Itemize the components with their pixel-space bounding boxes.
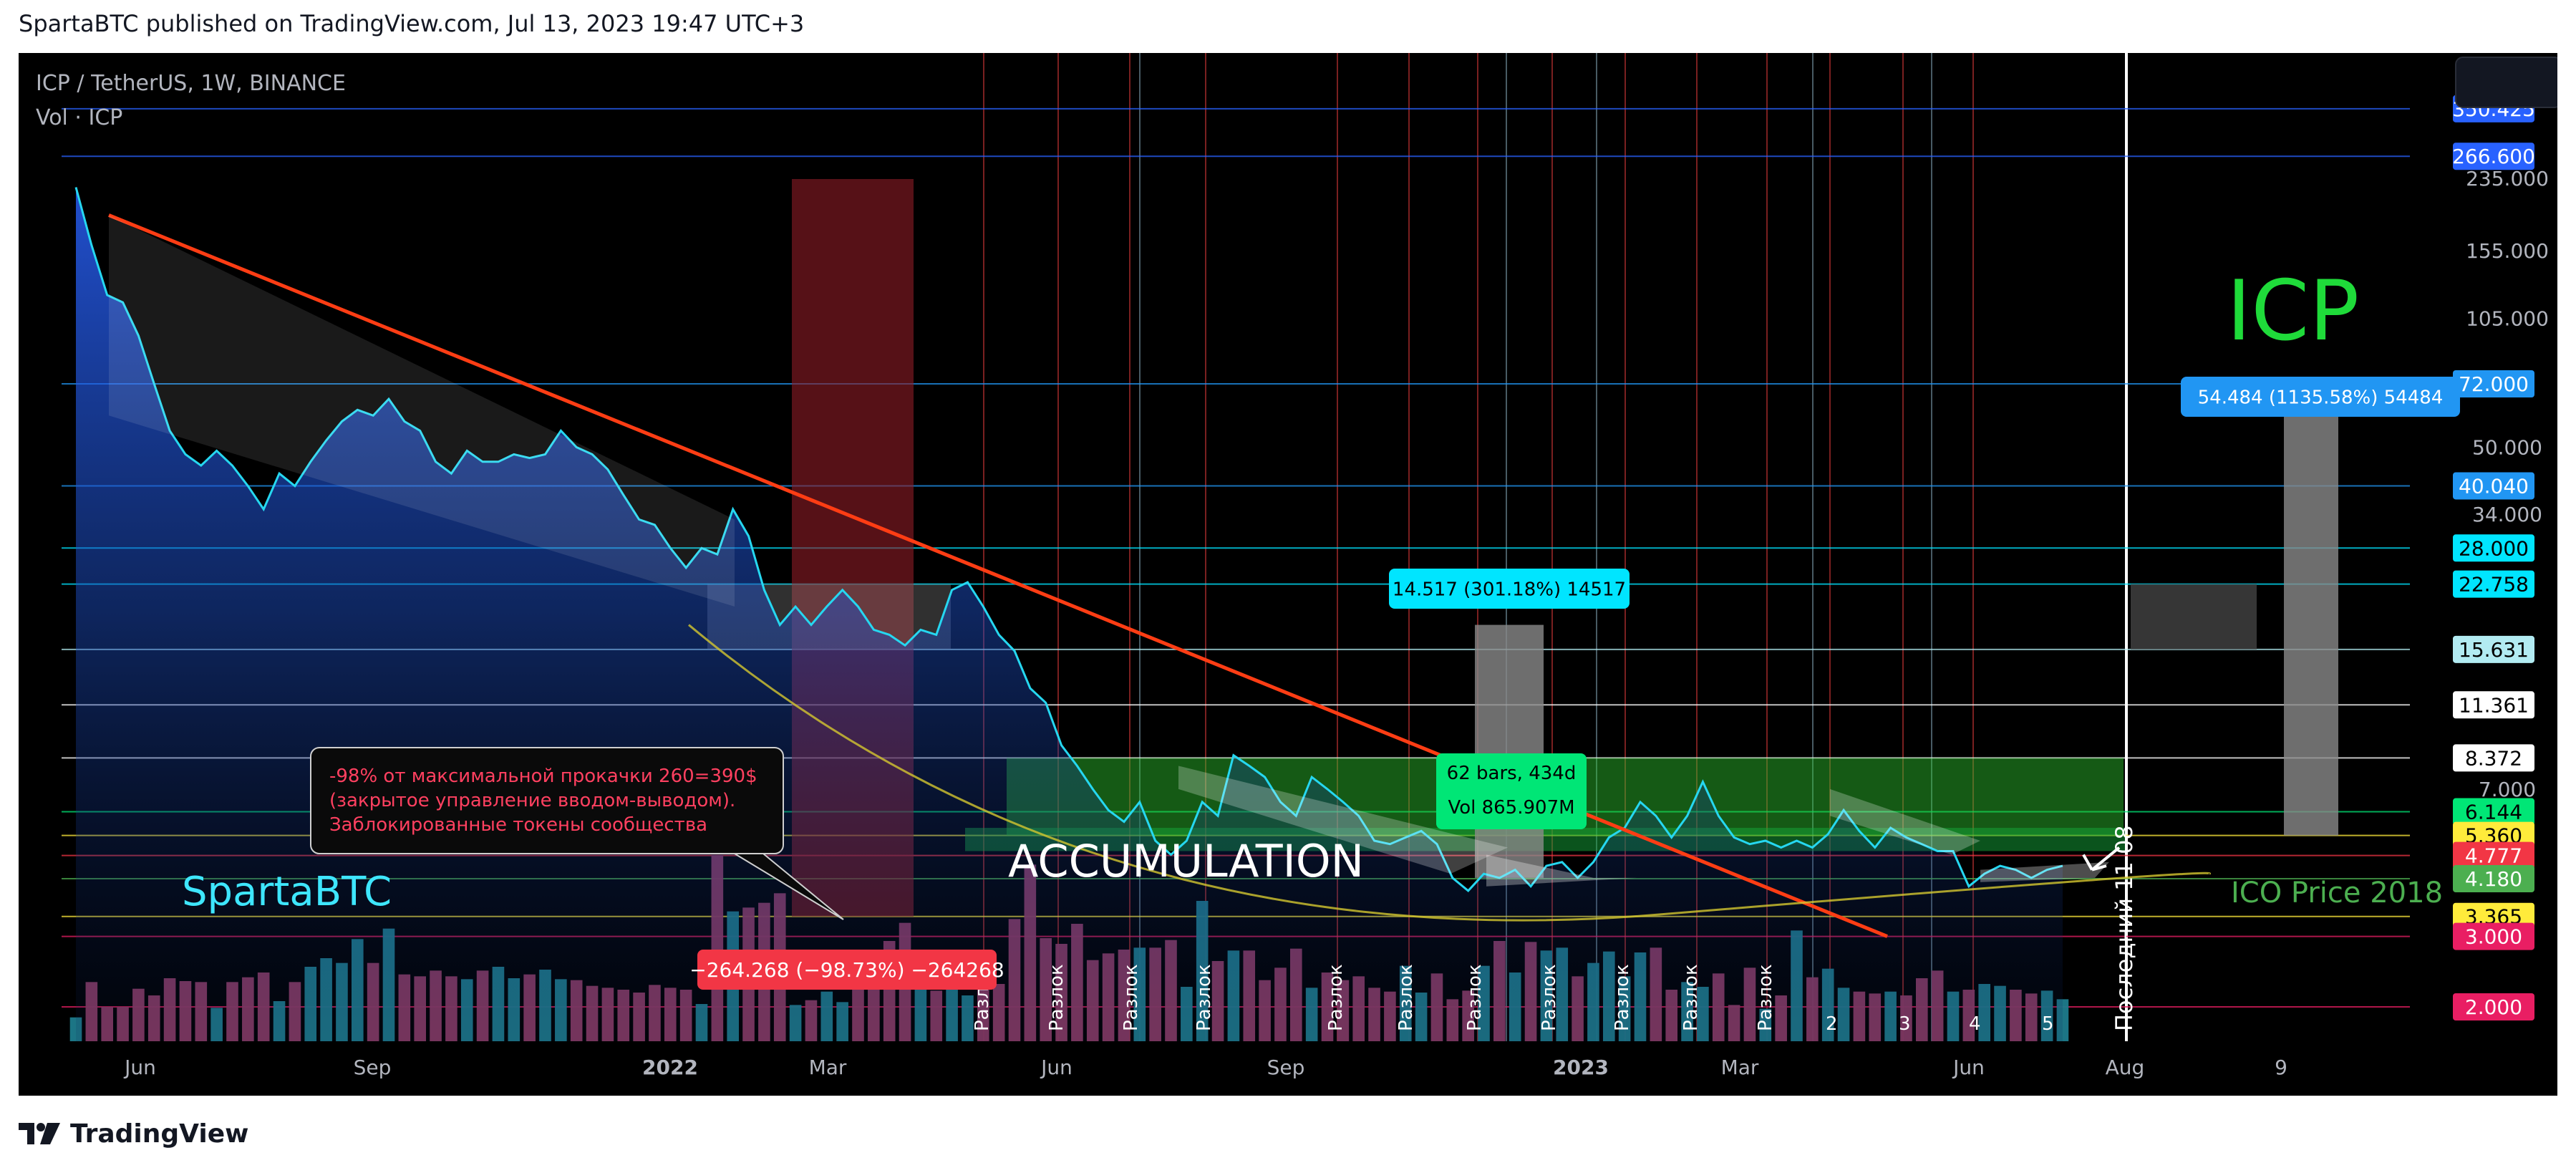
breakout-label: Разлок <box>1120 964 1142 1031</box>
breakout-label: Разлок <box>1046 964 1067 1031</box>
x-tick-label: Mar <box>809 1056 847 1079</box>
breakout-label: Разлок <box>1680 964 1702 1031</box>
gain-big-label: 54.484 (1135.58%) 54484 <box>2181 377 2460 417</box>
watermark-text: SpartaBTC <box>182 869 392 915</box>
accumulation-label: ACCUMULATION <box>1008 835 1364 887</box>
x-tick-label: Sep <box>354 1056 392 1079</box>
price-badge-text: 4.777 <box>2465 844 2522 868</box>
legend-volume: Vol · ICP <box>36 105 122 130</box>
gain-big-label-text: 54.484 (1135.58%) 54484 <box>2198 387 2444 408</box>
bars-info: 62 bars, 434d <box>1447 763 1577 784</box>
last-date-label: Последний 11 08 <box>2111 825 2138 1031</box>
breakout-label: Разлок <box>1325 964 1347 1031</box>
price-badge-text: 8.372 <box>2465 746 2522 770</box>
tradingview-logo-icon <box>19 1123 60 1144</box>
breakout-label: Разлок <box>1193 964 1215 1031</box>
price-badge: 4.777 <box>2453 841 2534 869</box>
drawdown-label: −264.268 (−98.73%) −264268 <box>689 950 1004 990</box>
price-badge-text: 266.600 <box>2452 145 2535 168</box>
y-tick-label: 155.000 <box>2466 239 2549 263</box>
price-badge: 2.000 <box>2453 993 2534 1020</box>
price-badge-text: 72.000 <box>2459 372 2529 396</box>
drawdown-label-text: −264.268 (−98.73%) −264268 <box>689 958 1004 982</box>
price-badge-text: 28.000 <box>2459 536 2529 560</box>
breakout-marker: 3 <box>1899 1013 1911 1035</box>
price-badge-text: 2.000 <box>2465 995 2522 1019</box>
chart-frame[interactable]: Разлок Разлок Разлок Разлок Разлок Разлок Разл… <box>19 53 2557 1096</box>
price-badge: 8.372 <box>2453 744 2534 772</box>
price-badge-text: 40.040 <box>2459 474 2529 498</box>
y-tick-label: 34.000 <box>2472 503 2542 526</box>
x-tick-label: 2023 <box>1553 1056 1609 1079</box>
price-badge-text: 6.144 <box>2465 801 2522 824</box>
footer-brand-text: TradingView <box>70 1119 249 1149</box>
breakout-marker: 4 <box>1969 1013 1981 1035</box>
breakout-label: Разлок <box>1612 964 1633 1031</box>
vol-info: Vol 865.907M <box>1448 797 1574 819</box>
breakout-label: Разлок <box>1539 964 1560 1031</box>
price-chart[interactable]: Разлок Разлок Разлок Разлок Разлок Разлок Разл… <box>19 53 2557 1096</box>
price-badge-text: 22.758 <box>2459 573 2529 597</box>
price-badge-text: 4.180 <box>2465 867 2522 891</box>
y-tick-label: 7.000 <box>2479 778 2536 801</box>
x-tick-label: 9 <box>2275 1056 2287 1079</box>
breakout-label: Разлок <box>1395 964 1417 1031</box>
x-tick-label: Jun <box>1040 1056 1072 1079</box>
big-symbol-title: ICP <box>2227 263 2359 359</box>
price-badge-text: 15.631 <box>2459 638 2529 662</box>
price-badge: 6.144 <box>2453 798 2534 826</box>
breakout-label: Разлок <box>1755 964 1776 1031</box>
note-line: (закрытое управление вводом-выводом). <box>329 790 735 811</box>
ico-price-label: ICO Price 2018 <box>2231 877 2443 909</box>
breakout-marker: 5 <box>2042 1013 2054 1035</box>
breakout-label: Разлок <box>1464 964 1486 1031</box>
projection-bar-small <box>1475 624 1544 878</box>
x-tick-label: Aug <box>2106 1056 2145 1079</box>
x-tick-label: Sep <box>1267 1056 1305 1079</box>
range-stats: 62 bars, 434d Vol 865.907M <box>1436 753 1587 829</box>
price-badge: 15.631 <box>2453 635 2534 663</box>
gain-small-label: 14.517 (301.18%) 14517 <box>1389 569 1630 609</box>
price-badge-text: 11.361 <box>2459 693 2529 717</box>
publisher-header: SpartaBTC published on TradingView.com, … <box>19 10 805 37</box>
x-tick-label: Mar <box>1721 1056 1759 1079</box>
legend-symbol: ICP / TetherUS, 1W, BINANCE <box>36 71 346 96</box>
x-tick-label: Jun <box>123 1056 156 1079</box>
breakout-marker: 2 <box>1826 1013 1838 1035</box>
y-tick-label: 50.000 <box>2472 436 2542 460</box>
chart-control-box <box>2455 57 2557 108</box>
note-line: Заблокированные токены сообщества <box>329 814 707 836</box>
projection-bar-big <box>2284 412 2338 836</box>
x-tick-label: Jun <box>1952 1056 1985 1079</box>
x-tick-label: 2022 <box>642 1056 698 1079</box>
y-tick-label: 105.000 <box>2466 307 2549 330</box>
price-badge: 11.361 <box>2453 691 2534 719</box>
price-badge: 72.000 <box>2453 370 2534 398</box>
price-badge: 40.040 <box>2453 472 2534 500</box>
target-box <box>2131 584 2257 650</box>
price-badge: 4.180 <box>2453 865 2534 893</box>
footer-brand: TradingView <box>19 1114 248 1154</box>
price-badge: 266.600 <box>2452 143 2535 170</box>
gain-small-label-text: 14.517 (301.18%) 14517 <box>1393 579 1626 600</box>
price-badge: 22.758 <box>2453 570 2534 598</box>
price-badge: 3.000 <box>2453 922 2534 950</box>
price-badge-text: 3.000 <box>2465 925 2522 949</box>
price-badge: 28.000 <box>2453 534 2534 562</box>
note-line: -98% от максимальной прокачки 260=390$ <box>329 766 757 787</box>
y-tick-label: 235.000 <box>2466 167 2549 190</box>
